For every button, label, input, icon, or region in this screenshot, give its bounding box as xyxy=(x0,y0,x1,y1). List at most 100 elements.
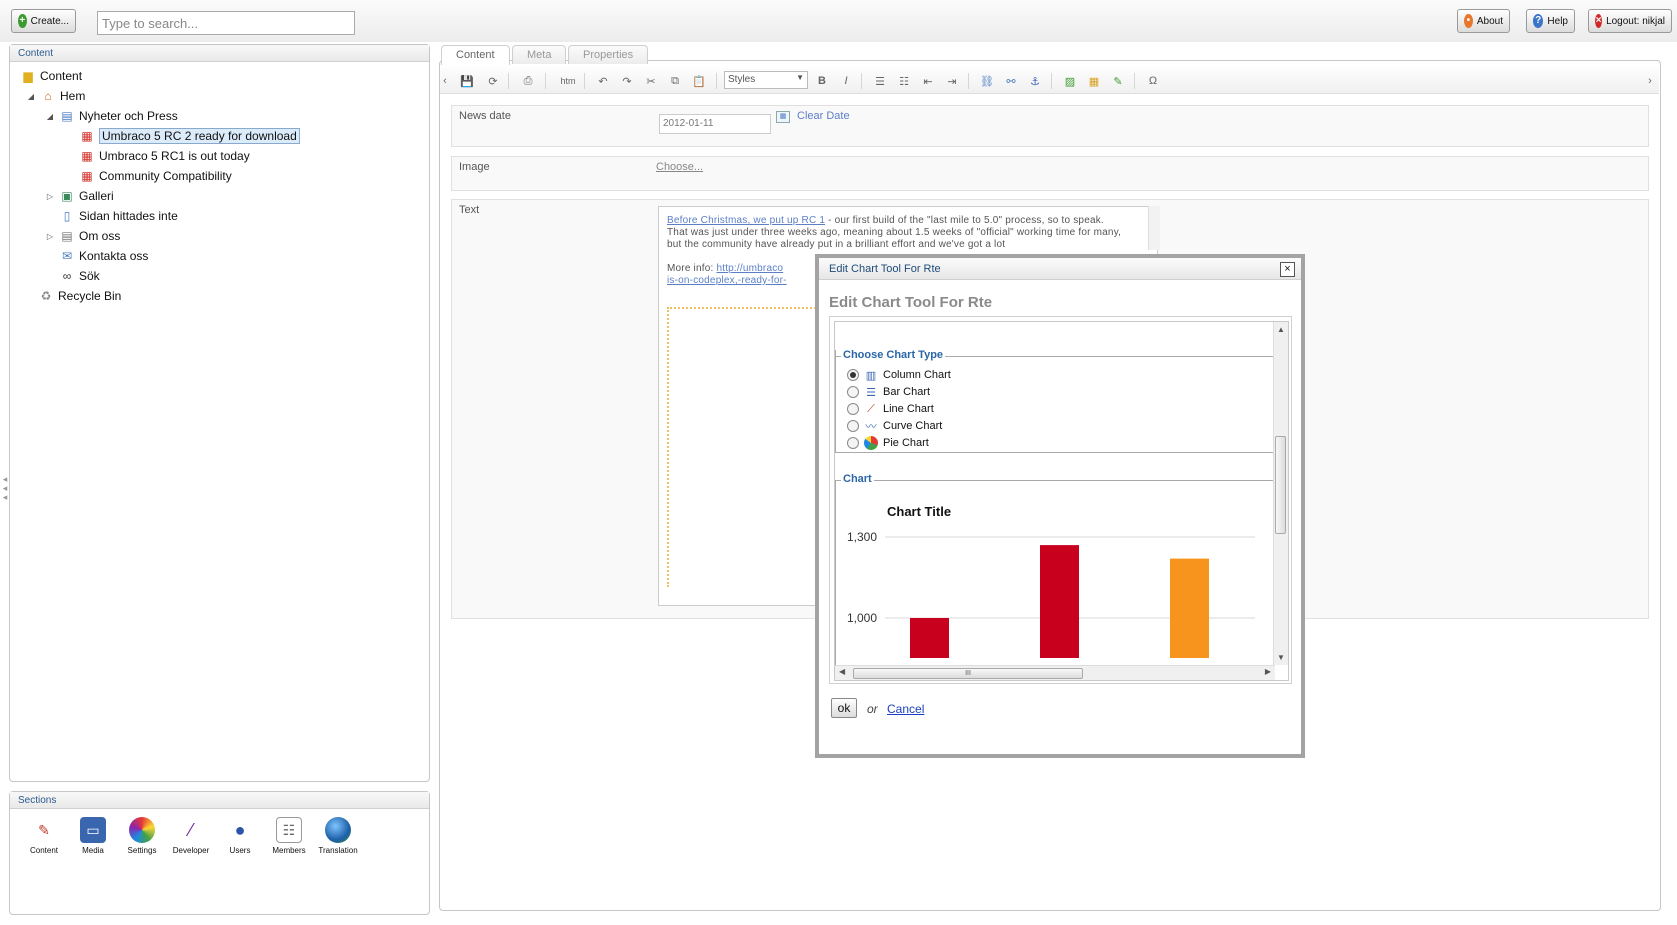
section-label: Settings xyxy=(127,846,157,855)
horizontal-scroll-thumb[interactable]: III xyxy=(853,668,1083,679)
settings-icon xyxy=(129,817,155,843)
indent-icon[interactable]: ⇥ xyxy=(944,73,960,89)
tree-item-sok[interactable]: ∞ Sök xyxy=(59,267,100,285)
calendar-icon: ▦ xyxy=(81,149,93,163)
chart-tool-icon[interactable]: ✎ xyxy=(1110,73,1126,89)
section-settings[interactable]: Settings xyxy=(119,817,165,855)
bold-icon[interactable]: B xyxy=(814,73,830,89)
redo-icon[interactable]: ↷ xyxy=(619,73,635,89)
expand-arrow-icon[interactable]: ▷ xyxy=(45,232,55,241)
radio-bar[interactable] xyxy=(847,386,859,398)
tree-item-rc1[interactable]: ▦ Umbraco 5 RC1 is out today xyxy=(79,147,249,165)
chart-type-legend: Choose Chart Type xyxy=(841,349,946,361)
chart-type-line[interactable]: ⟋ Line Chart xyxy=(847,400,934,418)
news-date-input[interactable]: 2012-01-11 xyxy=(659,114,771,134)
save-publish-icon[interactable]: ⟳ xyxy=(485,73,501,89)
more-info-link-continued[interactable]: is-on-codeplex,-ready-for- xyxy=(667,275,787,286)
binoculars-icon: ∞ xyxy=(62,269,72,283)
vertical-scroll-thumb[interactable] xyxy=(1275,436,1286,534)
tree-item-om-oss[interactable]: ▷ ▤ Om oss xyxy=(45,227,120,245)
toolbar-separator xyxy=(1134,73,1135,89)
numbered-list-icon[interactable]: ☷ xyxy=(896,73,912,89)
radio-curve[interactable] xyxy=(847,420,859,432)
section-label: Media xyxy=(82,846,104,855)
clear-date-link[interactable]: Clear Date xyxy=(797,110,850,122)
help-button[interactable]: ? Help xyxy=(1526,9,1575,33)
tree-item-community[interactable]: ▦ Community Compatibility xyxy=(79,167,231,185)
tree-item-rc2[interactable]: ▦ Umbraco 5 RC 2 ready for download xyxy=(79,127,300,145)
radio-column[interactable] xyxy=(847,369,859,381)
collapse-arrow-icon[interactable]: ◢ xyxy=(26,92,36,101)
italic-icon[interactable]: I xyxy=(838,73,854,89)
section-media[interactable]: ▭ Media xyxy=(70,817,116,855)
anchor-icon[interactable]: ⚓ xyxy=(1027,73,1043,89)
tree-item-content[interactable]: ▆ Content xyxy=(20,67,82,85)
copy-icon[interactable]: ⧉ xyxy=(667,73,683,89)
tree-item-recycle-bin[interactable]: ♻ Recycle Bin xyxy=(38,287,122,305)
tree-item-galleri[interactable]: ▷ ▣ Galleri xyxy=(45,187,114,205)
link-icon[interactable]: ⛓ xyxy=(979,73,995,89)
tree-item-nyheter[interactable]: ◢ ▤ Nyheter och Press xyxy=(45,107,178,125)
preview-icon[interactable]: ⎙ xyxy=(520,73,536,89)
create-button[interactable]: + Create... xyxy=(11,9,76,33)
radio-line[interactable] xyxy=(847,403,859,415)
expand-arrow-icon[interactable]: ▷ xyxy=(45,192,55,201)
tree-item-sidan[interactable]: ▯ Sidan hittades inte xyxy=(59,207,178,225)
rte-link[interactable]: Before Christmas, we put up RC 1 xyxy=(667,215,825,226)
chart-type-curve[interactable]: 〰 Curve Chart xyxy=(847,417,942,435)
logout-button[interactable]: × Logout: nikjal xyxy=(1588,9,1672,33)
paste-icon[interactable]: 📋 xyxy=(691,73,707,89)
code-icon[interactable]: htm xyxy=(560,73,576,89)
chart-y-ticks: 1,300 1,000 xyxy=(847,530,877,625)
radio-pie[interactable] xyxy=(847,437,859,449)
tree-item-kontakta[interactable]: ✉ Kontakta oss xyxy=(59,247,148,265)
about-button[interactable]: • About xyxy=(1457,9,1510,33)
scroll-left-icon[interactable]: ◀ xyxy=(839,667,845,676)
styles-select[interactable]: Styles ▼ xyxy=(724,71,808,89)
section-users[interactable]: ● Users xyxy=(217,817,263,856)
chart-y-tick-label: 1,300 xyxy=(847,530,877,544)
tree-item-hem[interactable]: ◢ ⌂ Hem xyxy=(26,87,85,105)
save-icon[interactable]: 💾 xyxy=(459,73,475,89)
unlink-icon[interactable]: ⚯ xyxy=(1003,73,1019,89)
cancel-link[interactable]: Cancel xyxy=(887,702,924,716)
section-members[interactable]: ☷ Members xyxy=(266,817,312,855)
chart-type-pie[interactable]: Pie Chart xyxy=(847,434,929,452)
toolbar-separator xyxy=(508,73,509,89)
choose-image-link[interactable]: Choose... xyxy=(656,161,703,173)
calendar-icon[interactable]: ▦ xyxy=(776,111,790,123)
chart-title: Chart Title xyxy=(887,504,951,519)
ok-button[interactable]: ok xyxy=(831,698,857,718)
section-developer[interactable]: ⁄ Developer xyxy=(168,817,214,856)
toolbar-right-arrow-icon[interactable]: › xyxy=(1645,73,1655,89)
chart-type-bar[interactable]: ☰ Bar Chart xyxy=(847,383,930,401)
section-content[interactable]: ✎ Content xyxy=(21,817,67,856)
close-button[interactable]: × xyxy=(1280,262,1295,277)
chart-type-column[interactable]: ▥ Column Chart xyxy=(847,366,951,384)
tab-content[interactable]: Content xyxy=(441,45,510,65)
special-char-icon[interactable]: Ω xyxy=(1145,73,1161,89)
image-icon[interactable]: ▨ xyxy=(1062,73,1078,89)
more-info-link[interactable]: http://umbraco xyxy=(716,263,783,274)
chart-type-label: Curve Chart xyxy=(883,420,943,432)
cut-icon[interactable]: ✂ xyxy=(643,73,659,89)
macro-icon[interactable]: ▦ xyxy=(1086,73,1102,89)
outdent-icon[interactable]: ⇤ xyxy=(920,73,936,89)
scroll-up-icon[interactable]: ▲ xyxy=(1277,325,1285,334)
panel-resize-grip[interactable]: ◂ ◂ ◂ xyxy=(1,475,9,505)
horizontal-scrollbar[interactable]: ◀ III ▶ xyxy=(835,665,1275,680)
scroll-right-icon[interactable]: ▶ xyxy=(1265,667,1271,676)
section-translation[interactable]: Translation xyxy=(315,817,361,855)
scroll-down-icon[interactable]: ▼ xyxy=(1277,653,1285,662)
tree-label: Recycle Bin xyxy=(58,289,122,303)
rte-scrollbar[interactable] xyxy=(1148,206,1160,250)
search-input[interactable] xyxy=(97,11,355,35)
toolbar-left-arrow-icon[interactable]: ‹ xyxy=(440,73,450,89)
collapse-arrow-icon[interactable]: ◢ xyxy=(45,112,55,121)
tab-meta[interactable]: Meta xyxy=(512,45,567,64)
undo-icon[interactable]: ↶ xyxy=(595,73,611,89)
tab-properties[interactable]: Properties xyxy=(568,45,649,64)
logout-label: Logout: nikjal xyxy=(1606,15,1665,27)
bullet-list-icon[interactable]: ☰ xyxy=(872,73,888,89)
tree-label: Sök xyxy=(79,269,100,283)
